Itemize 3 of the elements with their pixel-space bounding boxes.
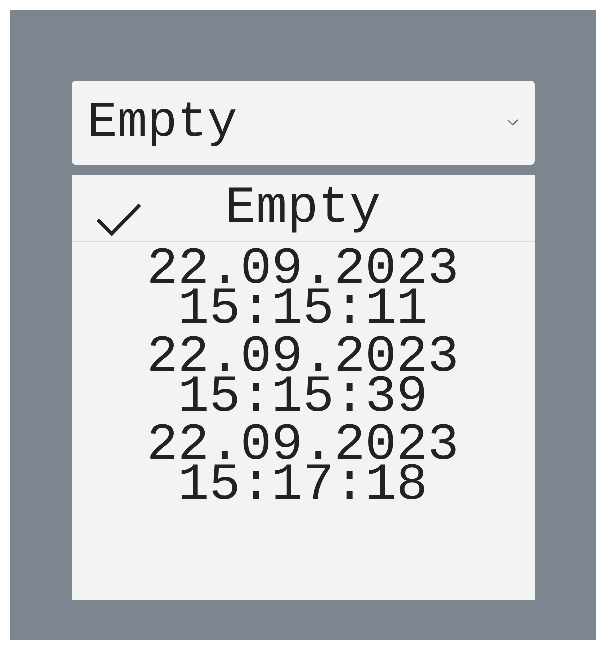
selected-value: Empty bbox=[88, 94, 238, 152]
chevron-down-icon bbox=[506, 119, 518, 127]
dropdown-field[interactable]: Empty bbox=[72, 81, 534, 165]
